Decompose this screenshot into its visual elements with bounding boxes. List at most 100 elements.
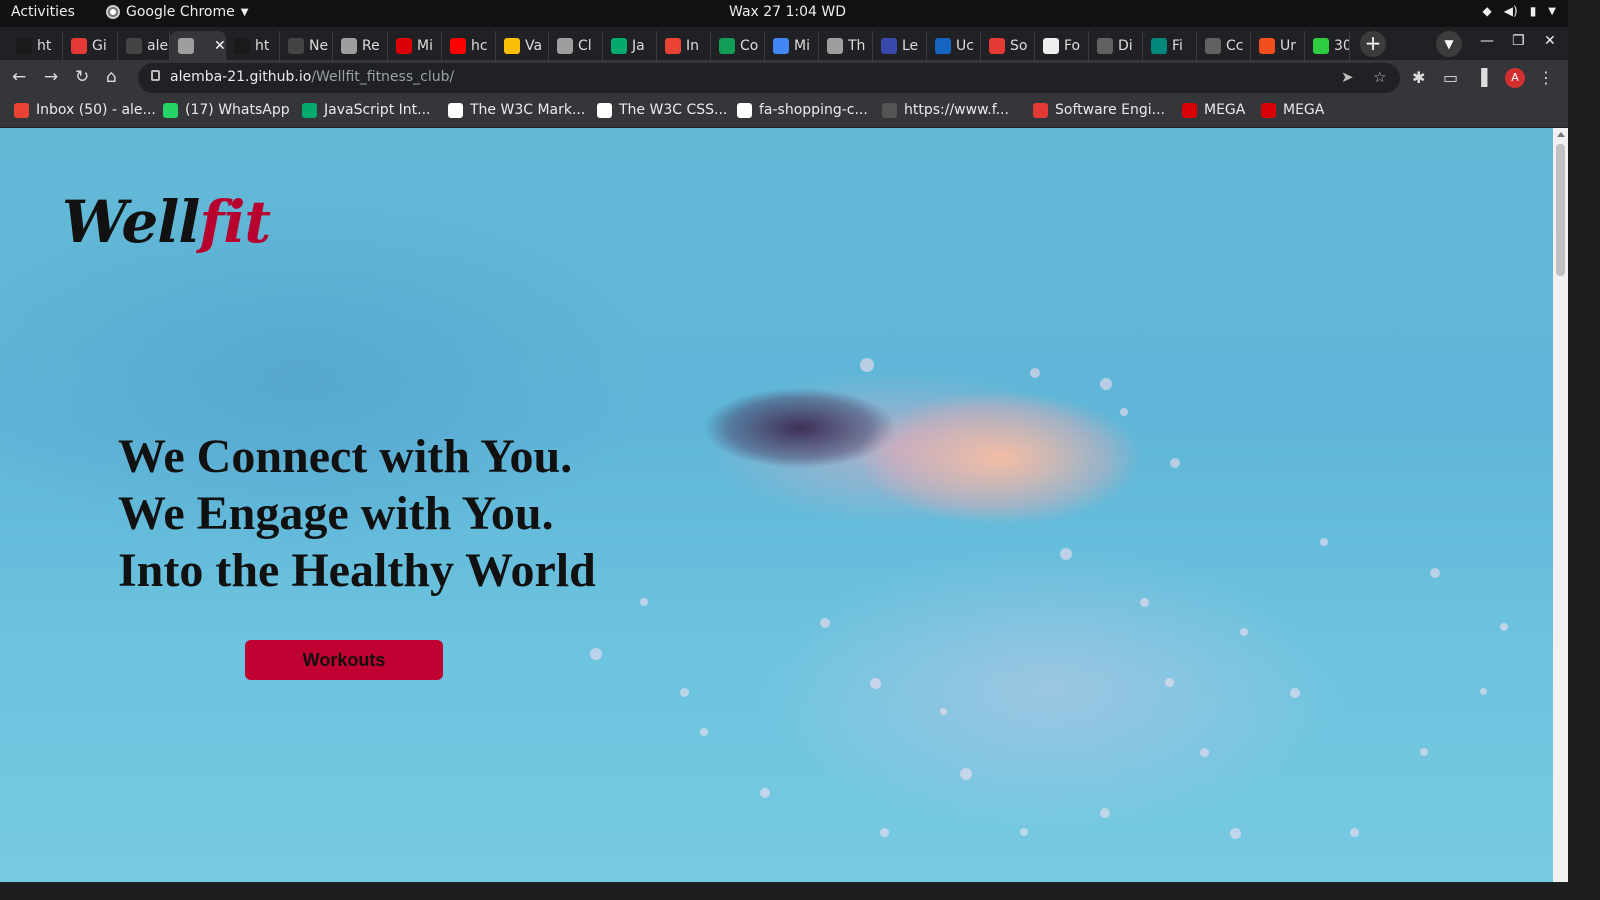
bookmark-item[interactable]: fa-shopping-c... [737, 102, 868, 118]
clock[interactable]: Wax 27 1:04 WD [729, 4, 846, 20]
headline-line: We Connect with You. [118, 430, 573, 483]
tab-search-button[interactable]: ▼ [1436, 31, 1462, 57]
water-sparkle [1060, 548, 1072, 560]
tab-label: ht [255, 37, 270, 54]
reload-icon[interactable]: ↻ [75, 67, 89, 87]
tab-label: In [686, 37, 700, 54]
tab-label: Cl [578, 37, 592, 54]
close-tab-icon[interactable]: ✕ [214, 38, 225, 54]
bookmark-item[interactable]: MEGA [1261, 102, 1324, 118]
bookmark-item[interactable]: Software Engi... [1033, 102, 1165, 118]
page-scrollbar[interactable] [1553, 128, 1568, 882]
tab-label: Mi [794, 37, 810, 54]
browser-tab[interactable]: hc [442, 31, 496, 60]
site-logo[interactable]: Wellfit [62, 188, 271, 256]
browser-tab[interactable]: Ne [280, 31, 333, 60]
browser-tab[interactable]: ale [118, 31, 170, 60]
water-sparkle [1420, 748, 1428, 756]
mega-icon [396, 37, 412, 54]
browser-tab[interactable]: Co [711, 31, 765, 60]
scrollbar-thumb[interactable] [1556, 144, 1565, 276]
browser-tab[interactable]: Va [496, 31, 549, 60]
bookmark-item[interactable]: The W3C CSS... [597, 102, 727, 118]
home-icon[interactable]: ⌂ [106, 67, 117, 87]
bookmark-label: Inbox (50) - ale... [36, 102, 156, 118]
browser-tab[interactable]: Mi [388, 31, 442, 60]
browser-tab[interactable]: Ja [603, 31, 657, 60]
browser-tab[interactable]: Di [1089, 31, 1143, 60]
tab-label: Ja [632, 37, 645, 54]
browser-tab[interactable]: Fo [1035, 31, 1089, 60]
bookmark-item[interactable]: JavaScript Int... [302, 102, 430, 118]
tab-label: So [1010, 37, 1028, 54]
extensions-icon[interactable]: ✱ [1412, 68, 1425, 87]
restore-icon[interactable]: ❐ [1512, 33, 1525, 49]
side-panel-icon[interactable]: ▐ [1475, 68, 1487, 87]
water-sparkle [1350, 828, 1359, 837]
app-menu[interactable]: Google Chrome ▼ [106, 4, 248, 20]
browser-tab[interactable]: ht [8, 31, 63, 60]
water-sparkle [680, 688, 689, 697]
bookmark-item[interactable]: Inbox (50) - ale... [14, 102, 156, 118]
bookmark-item[interactable]: The W3C Mark... [448, 102, 585, 118]
bookmark-label: The W3C CSS... [619, 102, 728, 118]
bookmark-item[interactable]: MEGA [1182, 102, 1245, 118]
workouts-button[interactable]: Workouts [245, 640, 443, 680]
hero-section: Wellfit We Connect with You. We Engage w… [0, 128, 1553, 882]
chevron-down-icon: ▼ [240, 6, 249, 18]
browser-tab[interactable]: Fi [1143, 31, 1197, 60]
scroll-up-arrow-icon[interactable] [1557, 132, 1565, 137]
browser-tab[interactable]: In [657, 31, 711, 60]
back-arrow-icon[interactable]: ← [12, 67, 26, 87]
water-sparkle [700, 728, 708, 736]
browser-tab[interactable]: ✕ [170, 31, 226, 60]
browser-tab[interactable]: Cc [1197, 31, 1251, 60]
profile-avatar[interactable]: A [1505, 68, 1525, 88]
octocat-icon [827, 37, 843, 54]
address-bar[interactable]: alemba-21.github.io/Wellfit_fitness_club… [138, 63, 1400, 93]
browser-tab[interactable]: Uc [927, 31, 981, 60]
browser-tab[interactable]: ht [226, 31, 280, 60]
water-sparkle [960, 768, 972, 780]
url-path: /Wellfit_fitness_club/ [311, 69, 455, 85]
system-tray[interactable]: ◆ ◀) ▮ ▼ [1483, 4, 1556, 18]
water-sparkle [940, 708, 947, 715]
gmail-icon [665, 37, 681, 54]
bookmark-label: MEGA [1283, 102, 1325, 118]
water-sparkle [1020, 828, 1028, 836]
browser-tab[interactable]: Mi [765, 31, 819, 60]
flag-icon [737, 102, 752, 118]
close-window-icon[interactable]: ✕ [1544, 33, 1556, 49]
water-sparkle [640, 598, 648, 606]
more-menu-icon[interactable]: ⋮ [1538, 68, 1554, 87]
bookmark-label: The W3C Mark... [470, 102, 586, 118]
activities-button[interactable]: Activities [11, 4, 75, 20]
new-tab-button[interactable]: + [1360, 31, 1386, 57]
water-sparkle [1165, 678, 1174, 687]
bookmark-item[interactable]: (17) WhatsApp [163, 102, 290, 118]
tab-label: Co [740, 37, 759, 54]
water-sparkle [1320, 538, 1328, 546]
browser-tab[interactable]: 30 [1305, 31, 1350, 60]
mega-icon [1182, 102, 1197, 118]
tab-label: Th [848, 37, 866, 54]
browser-tab[interactable]: Re [333, 31, 388, 60]
water-sparkle [1170, 458, 1180, 468]
browser-tab[interactable]: So [981, 31, 1035, 60]
browser-tab[interactable]: Gi [63, 31, 118, 60]
tab-label: Ne [309, 37, 329, 54]
forward-arrow-icon[interactable]: → [44, 67, 58, 87]
github-icon [288, 37, 304, 54]
url-text[interactable]: alemba-21.github.io/Wellfit_fitness_club… [170, 69, 454, 85]
minimize-icon[interactable]: — [1480, 33, 1494, 49]
angular-icon [16, 37, 32, 54]
bookmark-item[interactable]: https://www.f... [882, 102, 1009, 118]
send-icon[interactable]: ➤ [1341, 68, 1354, 86]
browser-tab[interactable]: Th [819, 31, 873, 60]
tab-label: Ur [1280, 37, 1297, 54]
browser-tab[interactable]: Le [873, 31, 927, 60]
star-icon[interactable]: ☆ [1373, 68, 1386, 86]
browser-tab[interactable]: Cl [549, 31, 603, 60]
browser-tab[interactable]: Ur [1251, 31, 1305, 60]
cast-icon[interactable]: ▭ [1443, 68, 1458, 87]
